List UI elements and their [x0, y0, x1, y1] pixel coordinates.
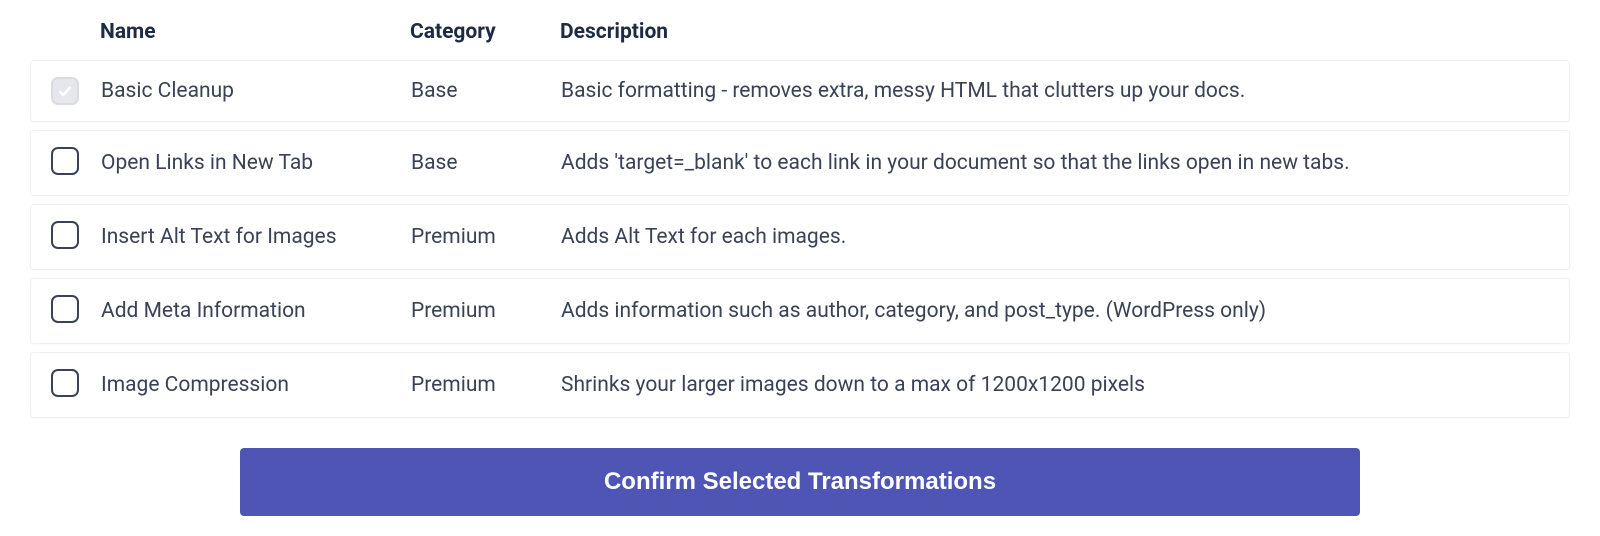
row-checkbox	[51, 77, 79, 105]
table-row: Add Meta InformationPremiumAdds informat…	[30, 278, 1570, 344]
row-name: Open Links in New Tab	[101, 151, 411, 175]
row-description: Basic formatting - removes extra, messy …	[561, 79, 1549, 103]
row-category: Base	[411, 79, 561, 103]
table-row: Insert Alt Text for ImagesPremiumAdds Al…	[30, 204, 1570, 270]
table-header: Name Category Description	[30, 20, 1570, 60]
header-description: Description	[560, 20, 1550, 44]
row-description: Adds information such as author, categor…	[561, 299, 1549, 323]
row-description: Adds Alt Text for each images.	[561, 225, 1549, 249]
row-description: Shrinks your larger images down to a max…	[561, 373, 1549, 397]
row-checkbox[interactable]	[51, 369, 79, 397]
row-name: Basic Cleanup	[101, 79, 411, 103]
table-row: Image CompressionPremiumShrinks your lar…	[30, 352, 1570, 418]
row-category: Premium	[411, 373, 561, 397]
row-category: Premium	[411, 225, 561, 249]
table-row: Open Links in New TabBaseAdds 'target=_b…	[30, 130, 1570, 196]
table-row: Basic CleanupBaseBasic formatting - remo…	[30, 60, 1570, 122]
header-name: Name	[100, 20, 410, 44]
header-category: Category	[410, 20, 560, 44]
row-category: Base	[411, 151, 561, 175]
row-name: Insert Alt Text for Images	[101, 225, 411, 249]
row-checkbox[interactable]	[51, 147, 79, 175]
row-name: Add Meta Information	[101, 299, 411, 323]
row-description: Adds 'target=_blank' to each link in you…	[561, 151, 1549, 175]
check-icon	[57, 83, 73, 99]
row-checkbox[interactable]	[51, 221, 79, 249]
confirm-button[interactable]: Confirm Selected Transformations	[240, 448, 1360, 516]
row-name: Image Compression	[101, 373, 411, 397]
row-checkbox[interactable]	[51, 295, 79, 323]
row-category: Premium	[411, 299, 561, 323]
